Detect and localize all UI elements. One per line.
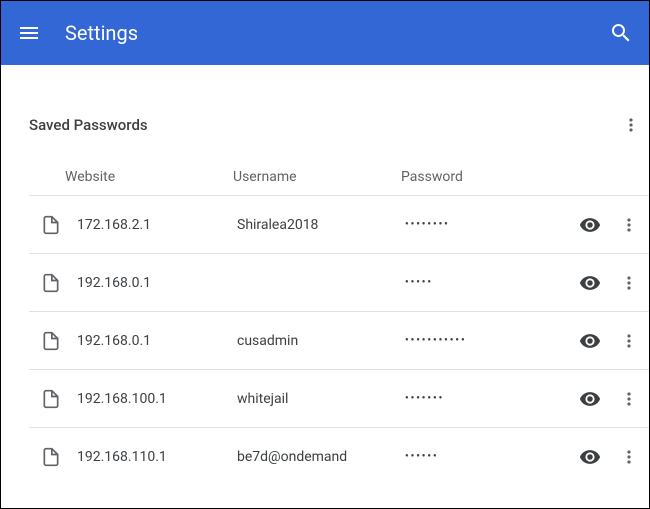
website-cell[interactable]: 192.168.0.1 [77, 333, 237, 349]
eye-icon[interactable] [579, 272, 601, 294]
file-icon [41, 389, 61, 409]
content-scroll[interactable]: Saved Passwords Website Username Passwor… [1, 65, 649, 508]
table-row: 192.168.110.1be7d@ondemand•••••• [29, 427, 649, 485]
file-icon [41, 331, 61, 351]
username-cell: Shiralea2018 [237, 217, 405, 233]
content: Saved Passwords Website Username Passwor… [1, 65, 649, 485]
section-more-icon[interactable] [621, 115, 641, 135]
section-header: Saved Passwords [29, 115, 649, 135]
row-more-icon[interactable] [619, 273, 639, 293]
section-title: Saved Passwords [29, 116, 148, 134]
passwords-table: Website Username Password 172.168.2.1Shi… [29, 159, 649, 485]
website-cell[interactable]: 192.168.0.1 [77, 275, 237, 291]
password-cell: ••••••••••• [405, 335, 561, 346]
app-header: Settings [1, 1, 649, 65]
eye-icon[interactable] [579, 446, 601, 468]
password-cell: ••••• [405, 277, 561, 288]
password-cell: •••••• [405, 451, 561, 462]
col-header-website: Website [65, 169, 233, 185]
website-cell[interactable]: 172.168.2.1 [77, 217, 237, 233]
row-more-icon[interactable] [619, 389, 639, 409]
username-cell: cusadmin [237, 333, 405, 349]
password-cell: •••••••• [405, 219, 561, 230]
row-more-icon[interactable] [619, 331, 639, 351]
table-row: 192.168.0.1 ••••• [29, 253, 649, 311]
table-row: 192.168.100.1whitejail••••••• [29, 369, 649, 427]
file-icon [41, 215, 61, 235]
col-header-password: Password [401, 169, 649, 185]
username-cell: be7d@ondemand [237, 449, 405, 465]
file-icon [41, 273, 61, 293]
table-row: 192.168.0.1cusadmin••••••••••• [29, 311, 649, 369]
website-cell[interactable]: 192.168.100.1 [77, 391, 237, 407]
username-cell: whitejail [237, 391, 405, 407]
password-cell: ••••••• [405, 393, 561, 404]
table-header: Website Username Password [65, 159, 649, 195]
table-row: 172.168.2.1Shiralea2018•••••••• [29, 195, 649, 253]
row-more-icon[interactable] [619, 215, 639, 235]
eye-icon[interactable] [579, 330, 601, 352]
page-title: Settings [65, 21, 609, 45]
menu-icon[interactable] [17, 21, 41, 45]
file-icon [41, 447, 61, 467]
eye-icon[interactable] [579, 214, 601, 236]
col-header-username: Username [233, 169, 401, 185]
row-more-icon[interactable] [619, 447, 639, 467]
search-icon[interactable] [609, 21, 633, 45]
eye-icon[interactable] [579, 388, 601, 410]
website-cell[interactable]: 192.168.110.1 [77, 449, 237, 465]
